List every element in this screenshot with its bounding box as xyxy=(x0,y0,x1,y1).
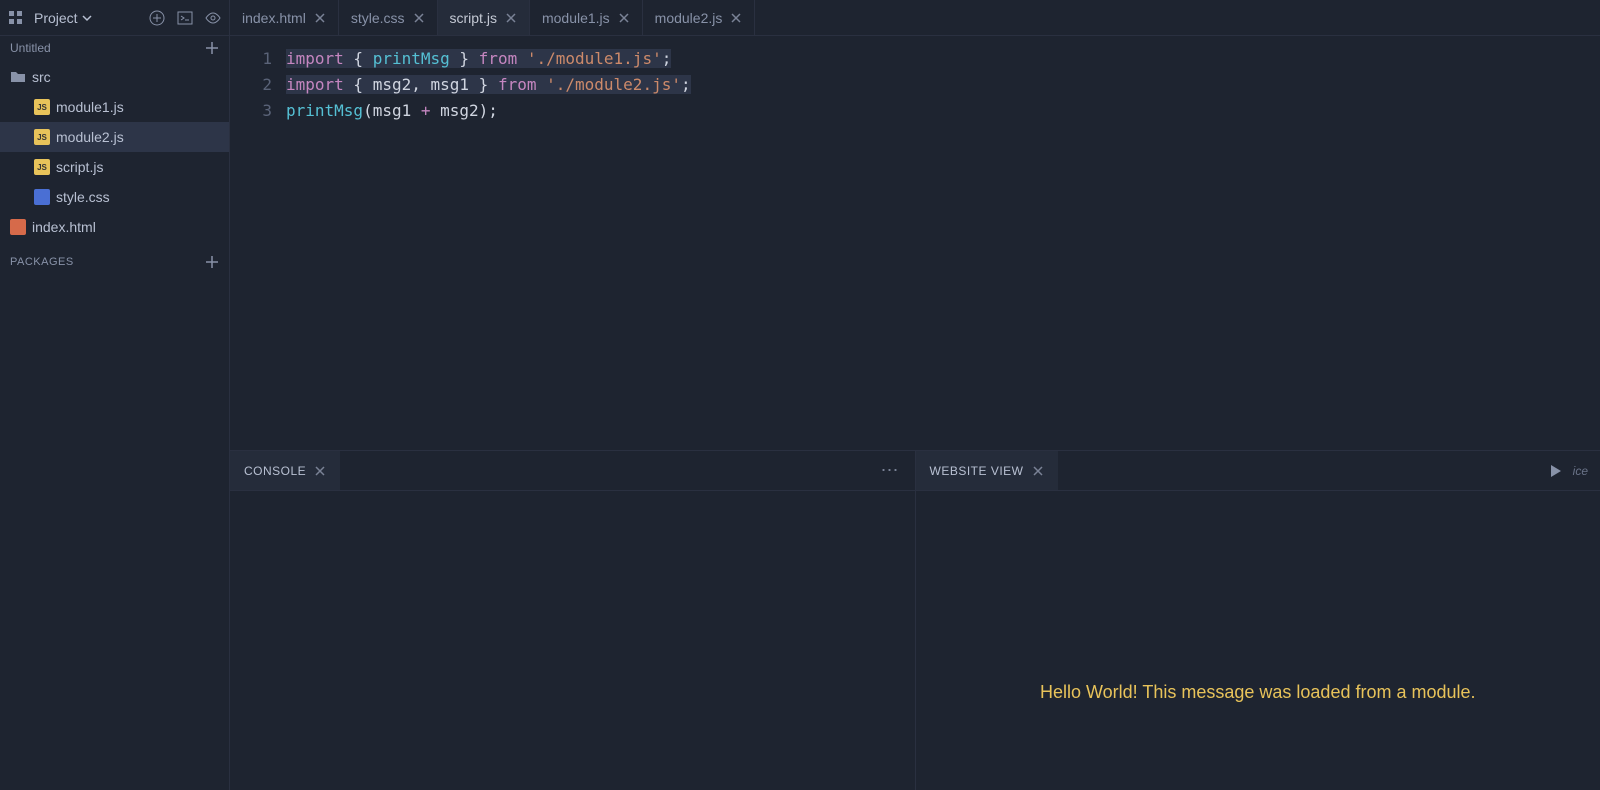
file-tree-item[interactable]: JSmodule2.js xyxy=(0,122,229,152)
website-panel: WEBSITE VIEW ice Hello World! This messa… xyxy=(916,451,1600,790)
file-tree-item[interactable]: JSmodule1.js xyxy=(0,92,229,122)
chevron-down-icon xyxy=(82,13,92,23)
console-body[interactable] xyxy=(230,491,915,790)
console-tab[interactable]: CONSOLE xyxy=(230,451,340,490)
project-dropdown[interactable]: Project xyxy=(34,10,92,26)
tab-label: style.css xyxy=(351,10,405,26)
main-area: index.html style.css script.js module1.js mo… xyxy=(230,0,1600,790)
packages-header: PACKAGES xyxy=(0,250,229,274)
line-number: 1 xyxy=(230,46,272,72)
eye-icon[interactable] xyxy=(205,10,221,26)
editor-tabs: index.html style.css script.js module1.js mo… xyxy=(230,0,1600,36)
console-panel: CONSOLE ⋯ xyxy=(230,451,916,790)
file-name: module1.js xyxy=(56,99,124,115)
project-label: Project xyxy=(34,10,78,26)
code-line[interactable]: import { msg2, msg1 } from './module2.js… xyxy=(286,72,691,98)
editor-tab[interactable]: index.html xyxy=(230,0,339,35)
file-name: module2.js xyxy=(56,129,124,145)
add-package-icon[interactable] xyxy=(205,255,219,269)
close-icon[interactable] xyxy=(314,465,326,477)
play-icon[interactable] xyxy=(1547,463,1563,479)
file-tree: src JSmodule1.jsJSmodule2.jsJSscript.js st… xyxy=(0,60,229,244)
close-icon[interactable] xyxy=(618,12,630,24)
close-icon[interactable] xyxy=(730,12,742,24)
file-name: style.css xyxy=(56,189,110,205)
website-tab[interactable]: WEBSITE VIEW xyxy=(916,451,1058,490)
website-label: WEBSITE VIEW xyxy=(930,464,1024,478)
tab-label: module1.js xyxy=(542,10,610,26)
bottom-panels: CONSOLE ⋯ WEBSITE VIEW ice xyxy=(230,450,1600,790)
line-number: 3 xyxy=(230,98,272,124)
code-line[interactable]: import { printMsg } from './module1.js'; xyxy=(286,46,691,72)
website-body: Hello World! This message was loaded fro… xyxy=(916,491,1600,790)
project-title-row: Untitled xyxy=(0,36,229,60)
close-icon[interactable] xyxy=(505,12,517,24)
editor-tab[interactable]: module1.js xyxy=(530,0,643,35)
sidebar: Project Untitled src JSmodule1.jsJSmodule… xyxy=(0,0,230,790)
gutter: 123 xyxy=(230,36,286,450)
brand-label: ice xyxy=(1573,464,1588,478)
editor-tab[interactable]: module2.js xyxy=(643,0,756,35)
file-name: index.html xyxy=(32,219,96,235)
line-number: 2 xyxy=(230,72,272,98)
add-file-icon[interactable] xyxy=(205,41,219,55)
file-tree-item[interactable]: JSscript.js xyxy=(0,152,229,182)
close-icon[interactable] xyxy=(314,12,326,24)
file-name: script.js xyxy=(56,159,103,175)
code-area[interactable]: import { printMsg } from './module1.js';… xyxy=(286,36,691,450)
tab-label: script.js xyxy=(450,10,497,26)
tab-label: index.html xyxy=(242,10,306,26)
titlebar: Project xyxy=(0,0,229,36)
close-icon[interactable] xyxy=(1032,465,1044,477)
tab-label: module2.js xyxy=(655,10,723,26)
packages-label: PACKAGES xyxy=(10,256,74,268)
file-name: src xyxy=(32,69,51,85)
more-icon[interactable]: ⋯ xyxy=(867,460,915,481)
console-label: CONSOLE xyxy=(244,464,306,478)
preview-text: Hello World! This message was loaded fro… xyxy=(1040,682,1476,703)
editor-tab[interactable]: style.css xyxy=(339,0,438,35)
menu-icon[interactable] xyxy=(8,10,24,26)
project-title: Untitled xyxy=(10,41,51,55)
editor-tab[interactable]: script.js xyxy=(438,0,530,35)
close-icon[interactable] xyxy=(413,12,425,24)
code-line[interactable]: printMsg(msg1 + msg2); xyxy=(286,98,691,124)
file-tree-item[interactable]: index.html xyxy=(0,212,229,242)
code-editor[interactable]: 123 import { printMsg } from './module1.… xyxy=(230,36,1600,450)
file-tree-item[interactable]: src xyxy=(0,62,229,92)
plus-circle-icon[interactable] xyxy=(149,10,165,26)
terminal-icon[interactable] xyxy=(177,10,193,26)
file-tree-item[interactable]: style.css xyxy=(0,182,229,212)
